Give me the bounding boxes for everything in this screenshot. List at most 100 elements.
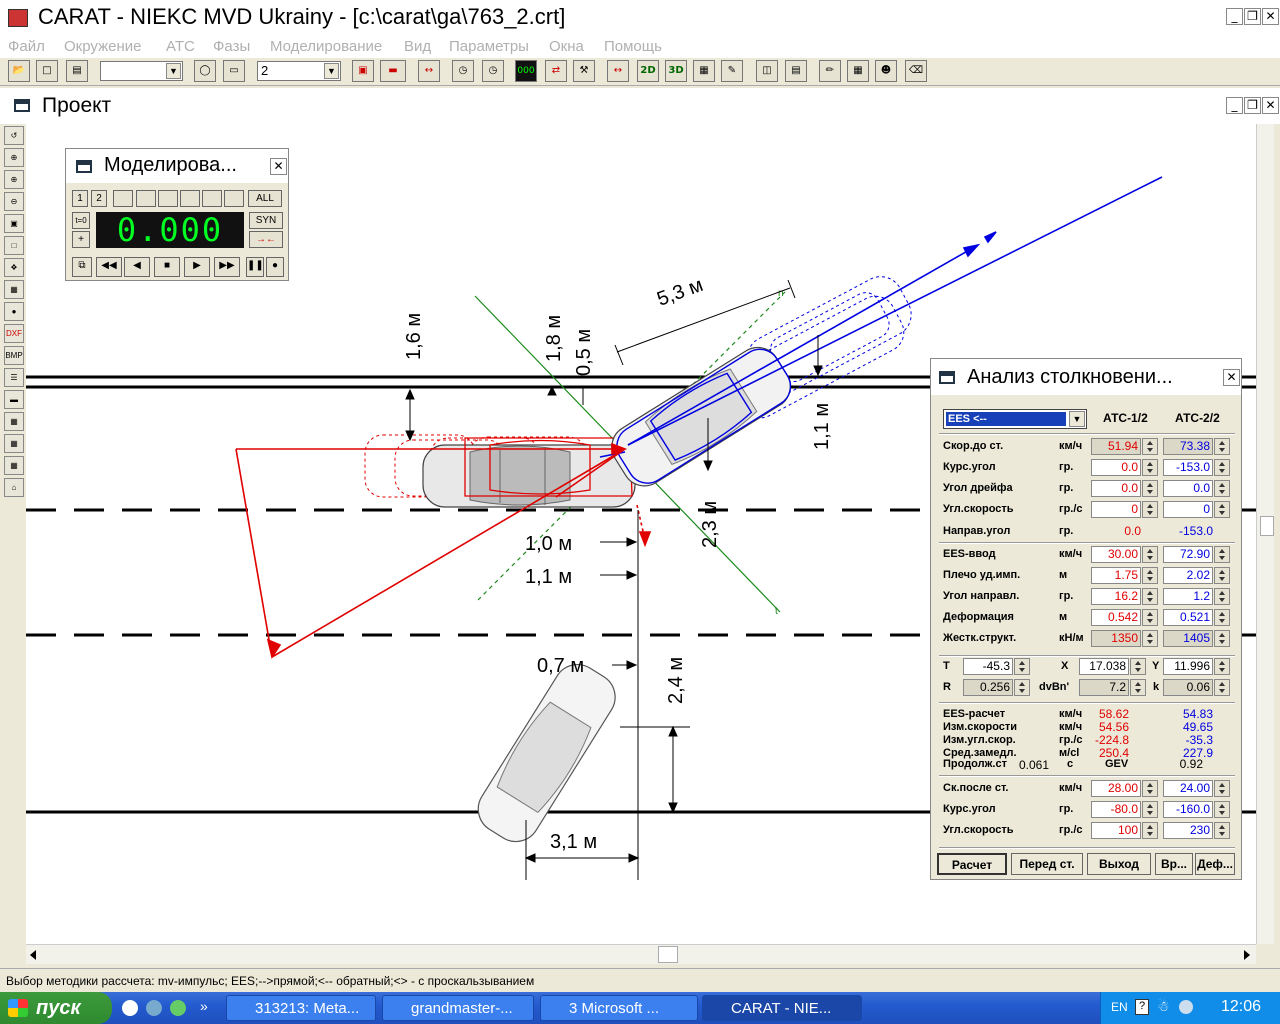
value-field-v2[interactable]: 24.00	[1163, 780, 1213, 797]
plus-button[interactable]: +	[72, 231, 90, 248]
Y-spinner[interactable]	[1214, 658, 1230, 675]
task-microsoft[interactable]: 3 Microsoft ...	[540, 995, 698, 1021]
point-icon[interactable]: ●	[4, 302, 24, 321]
spinner-v1[interactable]	[1142, 546, 1158, 563]
car-shape-icon[interactable]: ▭	[223, 60, 245, 82]
split-h-icon[interactable]: ▤	[785, 60, 807, 82]
menu-view[interactable]: Вид	[404, 38, 431, 55]
zoom-plus-icon[interactable]: ⊕	[4, 170, 24, 189]
spinner-v2[interactable]	[1214, 438, 1230, 455]
T-spinner[interactable]	[1014, 658, 1030, 675]
zoom-out-icon[interactable]: ⊖	[4, 192, 24, 211]
close-button[interactable]: ✕	[1262, 8, 1279, 25]
network-icon[interactable]	[1179, 1000, 1193, 1014]
project-restore-button[interactable]: ❐	[1244, 97, 1261, 114]
edit-icon[interactable]: ✎	[721, 60, 743, 82]
pre-collision-button[interactable]: Перед ст.	[1011, 853, 1083, 875]
X-field[interactable]: 17.038	[1079, 658, 1129, 675]
spinner-v1[interactable]	[1142, 567, 1158, 584]
table-icon[interactable]: ▦	[693, 60, 715, 82]
spinner-v1[interactable]	[1142, 780, 1158, 797]
split-v-icon[interactable]: ◫	[756, 60, 778, 82]
help-icon[interactable]: ?	[1135, 999, 1149, 1015]
vertical-scrollbar[interactable]	[1256, 124, 1274, 944]
project-minimize-button[interactable]: _	[1226, 97, 1243, 114]
spinner-v1[interactable]	[1142, 438, 1158, 455]
k-field[interactable]: 0.06	[1163, 679, 1213, 696]
layers-icon[interactable]: ☰	[4, 368, 24, 387]
skip-back-icon[interactable]: ◀◀	[96, 257, 122, 277]
method-select[interactable]: EES <-- ▼	[943, 409, 1087, 429]
minimize-button[interactable]: _	[1226, 8, 1243, 25]
spinner-v2[interactable]	[1214, 630, 1230, 647]
sim-tab-all[interactable]: ALL	[248, 190, 282, 207]
arrows-icon[interactable]: ↔	[418, 60, 440, 82]
toolbar-combo-1[interactable]: ▼	[100, 61, 183, 81]
spinner-v2[interactable]	[1214, 459, 1230, 476]
house-icon[interactable]: ⌂	[4, 478, 24, 497]
open-icon[interactable]: 📂	[8, 60, 30, 82]
spinner-v2[interactable]	[1214, 546, 1230, 563]
spinner-v1[interactable]	[1142, 609, 1158, 626]
spinner-v1[interactable]	[1142, 630, 1158, 647]
stop-icon[interactable]: ■	[154, 257, 180, 277]
value-field-v1[interactable]: 28.00	[1091, 780, 1141, 797]
t0-button[interactable]: t=0	[72, 212, 90, 229]
menu-modeling[interactable]: Моделирование	[270, 38, 382, 55]
simulation-close-button[interactable]: ✕	[270, 158, 287, 175]
start-button[interactable]: пуск	[0, 992, 112, 1024]
pattern-icon-2[interactable]: ▦	[4, 434, 24, 453]
spinner-v1[interactable]	[1142, 480, 1158, 497]
language-indicator[interactable]: EN	[1111, 1000, 1128, 1014]
k-spinner[interactable]	[1214, 679, 1230, 696]
value-field-v2[interactable]: 1.2	[1163, 588, 1213, 605]
counter-icon[interactable]: 000	[515, 60, 537, 82]
pencil-icon[interactable]: ✏	[819, 60, 841, 82]
eraser-icon[interactable]: ⌫	[905, 60, 927, 82]
road-icon[interactable]: ▬	[4, 390, 24, 409]
sim-tab-5[interactable]	[158, 190, 178, 207]
spinner-v1[interactable]	[1142, 822, 1158, 839]
sim-tab-1[interactable]: 1	[72, 190, 88, 207]
dvbn-field[interactable]: 7.2	[1079, 679, 1129, 696]
view-2d-icon[interactable]: 2D	[637, 60, 659, 82]
X-spinner[interactable]	[1130, 658, 1146, 675]
spinner-v2[interactable]	[1214, 780, 1230, 797]
value-field-v1[interactable]: 30.00	[1091, 546, 1141, 563]
skip-forward-icon[interactable]: ▶▶	[214, 257, 240, 277]
value-field-v2[interactable]: 1405	[1163, 630, 1213, 647]
spinner-v1[interactable]	[1142, 459, 1158, 476]
save-icon[interactable]: □	[36, 60, 58, 82]
quicklaunch-more-icon[interactable]: »	[200, 998, 208, 1014]
image-icon[interactable]: ▣	[352, 60, 374, 82]
value-field-v2[interactable]: -160.0	[1163, 801, 1213, 818]
menu-environment[interactable]: Окружение	[64, 38, 141, 55]
step-back-icon[interactable]: ◀	[124, 257, 150, 277]
value-field-v1[interactable]: 1350	[1091, 630, 1141, 647]
analysis-close-button[interactable]: ✕	[1223, 369, 1240, 386]
zoom-fit-icon[interactable]: ❖	[4, 258, 24, 277]
value-field-v2[interactable]: 0	[1163, 501, 1213, 518]
rotate-icon[interactable]: ↺	[4, 126, 24, 145]
quicklaunch-icon-1[interactable]	[122, 1000, 138, 1016]
car-red-icon[interactable]: ▬	[380, 60, 406, 82]
spinner-v1[interactable]	[1142, 801, 1158, 818]
restore-button[interactable]: ❐	[1244, 8, 1261, 25]
quicklaunch-icon-3[interactable]	[170, 1000, 186, 1016]
menu-ats[interactable]: АТС	[166, 38, 195, 55]
task-carat[interactable]: CARAT - NIE...	[702, 995, 862, 1021]
spinner-v1[interactable]	[1142, 588, 1158, 605]
copy-icon[interactable]: ⧉	[72, 257, 92, 277]
value-field-v2[interactable]: 73.38	[1163, 438, 1213, 455]
calculate-button[interactable]: Расчет	[937, 853, 1007, 875]
pattern-icon-1[interactable]: ▦	[4, 412, 24, 431]
value-field-v1[interactable]: 1.75	[1091, 567, 1141, 584]
spinner-v2[interactable]	[1214, 609, 1230, 626]
record-icon[interactable]: ●	[266, 257, 284, 277]
time-button[interactable]: Вр...	[1155, 853, 1193, 875]
spinner-v2[interactable]	[1214, 501, 1230, 518]
menu-parameters[interactable]: Параметры	[449, 38, 529, 55]
print-icon[interactable]: ▤	[66, 60, 88, 82]
value-field-v2[interactable]: 72.90	[1163, 546, 1213, 563]
play-icon[interactable]: ▶	[184, 257, 210, 277]
